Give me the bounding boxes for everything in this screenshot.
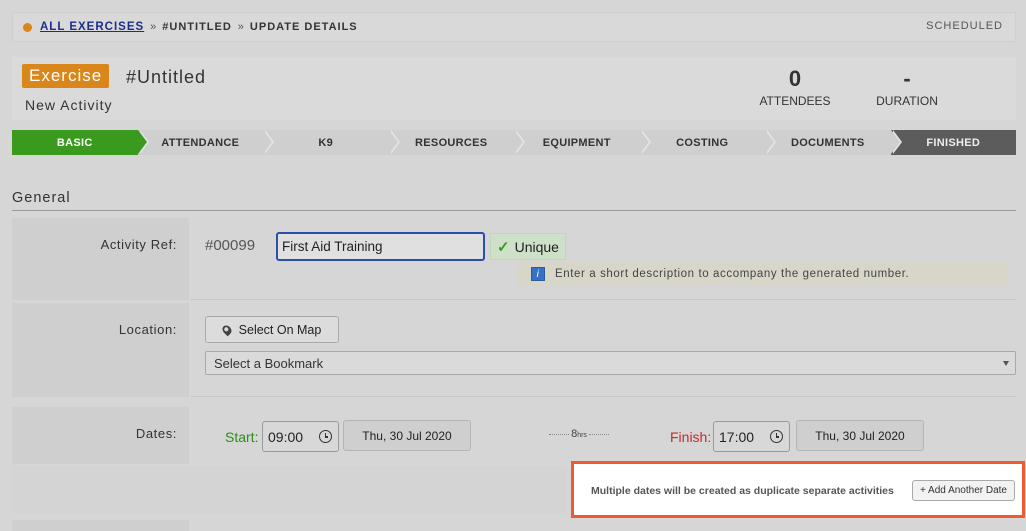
status-badge: SCHEDULED <box>926 20 1003 32</box>
breadcrumb-update-details: UPDATE DETAILS <box>249 21 358 33</box>
duration-hours: 8hrs <box>569 428 589 440</box>
exercise-type-badge: Exercise <box>22 64 110 88</box>
info-icon: i <box>531 267 545 281</box>
step-progress: BASIC ATTENDANCE K9 RESOURCES EQUIPMENT … <box>12 130 1016 155</box>
next-row-label <box>12 520 189 531</box>
activity-ref-number: #00099 <box>205 237 256 254</box>
step-resources[interactable]: RESOURCES <box>388 130 525 155</box>
duration-dots-left <box>549 433 570 435</box>
dates-extra-area <box>12 466 567 514</box>
select-on-map-button[interactable]: Select On Map <box>205 316 339 343</box>
duration-stat: - DURATION <box>847 66 967 108</box>
bookmark-select-value: Select a Bookmark <box>214 356 324 371</box>
step-equipment[interactable]: EQUIPMENT <box>514 130 650 155</box>
attendees-count: 0 <box>788 66 802 91</box>
unique-label: Unique <box>514 238 559 255</box>
start-label: Start: <box>225 429 259 445</box>
select-on-map-label: Select On Map <box>238 322 322 337</box>
chevron-down-icon <box>1003 361 1009 366</box>
step-finished[interactable]: FINISHED <box>890 130 1016 155</box>
multiple-dates-note: Multiple dates will be created as duplic… <box>591 485 894 497</box>
map-pin-icon <box>220 323 234 336</box>
clock-icon <box>770 430 783 443</box>
activity-ref-label: Activity Ref: <box>12 218 189 300</box>
step-k9[interactable]: K9 <box>263 130 399 155</box>
activity-subtitle: New Activity <box>25 97 113 113</box>
location-label: Location: <box>12 303 189 397</box>
step-basic[interactable]: BASIC <box>12 130 148 155</box>
activity-ref-hint: i Enter a short description to accompany… <box>517 262 1007 286</box>
location-row: Location: Select On Map Select a Bookmar… <box>12 303 1016 397</box>
step-documents[interactable]: DOCUMENTS <box>765 130 901 155</box>
exercise-header: Exercise #Untitled New Activity 0 ATTEND… <box>12 57 1016 120</box>
finish-label: Finish: <box>670 429 712 445</box>
checkmark-icon: ✓ <box>497 238 510 256</box>
finish-date-button[interactable]: Thu, 30 Jul 2020 <box>796 420 924 451</box>
unique-badge: ✓ Unique <box>490 233 566 260</box>
finish-time-input[interactable]: 17:00 <box>713 421 790 452</box>
section-divider <box>12 210 1016 211</box>
breadcrumb-all-exercises-link[interactable]: ALL EXERCISES <box>40 21 144 33</box>
clock-icon <box>319 430 332 443</box>
finish-time-value: 17:00 <box>719 428 755 445</box>
multiple-dates-panel: Multiple dates will be created as duplic… <box>571 461 1025 518</box>
breadcrumb-bar: ALL EXERCISES » #UNTITLED » UPDATE DETAI… <box>12 12 1016 42</box>
breadcrumb-separator: » <box>150 21 157 33</box>
activity-ref-content: #00099 ✓ Unique i Enter a short descript… <box>191 218 1016 300</box>
start-time-value: 09:00 <box>268 428 304 445</box>
dates-label: Dates: <box>12 407 189 464</box>
activity-ref-input[interactable] <box>276 232 485 261</box>
duration-unit: hrs <box>577 432 587 439</box>
hint-text: Enter a short description to accompany t… <box>555 268 910 280</box>
dates-row: Dates: Start: 09:00 Thu, 30 Jul 2020 8hr… <box>12 407 1016 464</box>
add-another-date-button[interactable]: + Add Another Date <box>912 480 1015 501</box>
bookmark-select[interactable]: Select a Bookmark <box>205 351 1016 375</box>
step-costing[interactable]: COSTING <box>639 130 776 155</box>
activity-ref-row: Activity Ref: #00099 ✓ Unique i Enter a … <box>12 218 1016 300</box>
attendees-stat: 0 ATTENDEES <box>735 66 855 108</box>
dates-content: Start: 09:00 Thu, 30 Jul 2020 8hrs Finis… <box>191 407 1016 464</box>
duration-label: DURATION <box>876 94 938 108</box>
attendees-label: ATTENDEES <box>759 94 831 108</box>
location-content: Select On Map Select a Bookmark <box>191 303 1016 397</box>
duration-indicator: 8hrs <box>549 428 610 440</box>
start-time-input[interactable]: 09:00 <box>262 421 339 452</box>
step-attendance[interactable]: ATTENDANCE <box>137 130 274 155</box>
section-title: General <box>12 190 71 206</box>
start-date-button[interactable]: Thu, 30 Jul 2020 <box>343 420 471 451</box>
duration-dots-right <box>588 433 610 435</box>
breadcrumb-separator: » <box>237 21 244 33</box>
breadcrumb-untitled: #UNTITLED <box>162 21 232 33</box>
status-dot-icon <box>23 22 32 32</box>
duration-value: - <box>903 66 911 91</box>
exercise-title: #Untitled <box>126 67 207 87</box>
